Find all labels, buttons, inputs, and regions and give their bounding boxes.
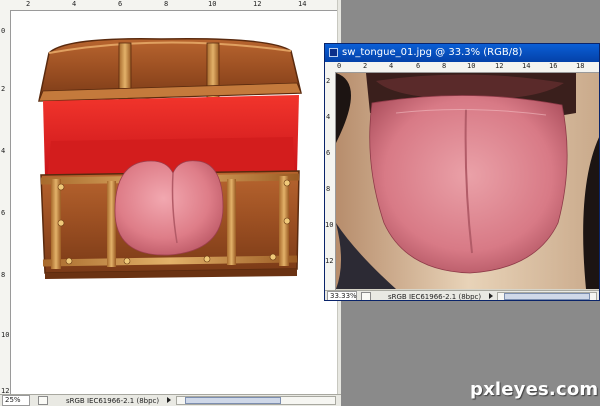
horizontal-ruler[interactable]: 0 2 4 6 8 10 12 14 16 18 — [325, 62, 599, 73]
tongue-document-window: sw_tongue_01.jpg @ 33.3% (RGB/8) 0 2 4 6… — [324, 43, 600, 301]
ruler-label: 6 — [326, 149, 331, 157]
color-profile-label: sRGB IEC61966-2.1 (8bpc) — [388, 293, 482, 301]
ruler-label: 14 — [522, 62, 531, 70]
site-watermark: pxleyes.com — [470, 379, 599, 400]
window-titlebar[interactable]: sw_tongue_01.jpg @ 33.3% (RGB/8) — [325, 44, 599, 62]
ruler-label: 10 — [467, 62, 476, 70]
document-canvas[interactable] — [336, 73, 599, 289]
ruler-label: 6 — [1, 209, 6, 217]
ruler-label: 8 — [1, 271, 6, 279]
main-status-bar: 25% sRGB IEC61966-2.1 (8bpc) — [0, 394, 341, 406]
ruler-label: 10 — [208, 0, 217, 8]
ruler-label: 4 — [72, 0, 77, 8]
ruler-label: 16 — [549, 62, 558, 70]
ruler-label: 8 — [164, 0, 169, 8]
ruler-label: 4 — [389, 62, 394, 70]
document-info-icon[interactable] — [38, 396, 48, 405]
ruler-label: 14 — [298, 0, 307, 8]
horizontal-scrollbar[interactable] — [497, 292, 597, 300]
photoshop-app-icon — [329, 48, 338, 57]
ruler-label: 2 — [26, 0, 31, 8]
ruler-label: 2 — [326, 77, 331, 85]
tongue-photo — [336, 73, 599, 289]
ruler-label: 4 — [326, 113, 331, 121]
tongue-status-bar: 33.33% sRGB IEC61966-2.1 (8bpc) — [325, 290, 599, 301]
ruler-label: 4 — [1, 147, 6, 155]
ruler-label: 2 — [1, 85, 6, 93]
ruler-label: 12 — [495, 62, 504, 70]
ruler-label: 18 — [576, 62, 585, 70]
ruler-label: 8 — [442, 62, 447, 70]
ruler-label: 10 — [1, 331, 10, 339]
chest-with-tongue-image — [38, 38, 302, 279]
scrollbar-thumb[interactable] — [185, 397, 281, 404]
ruler-label: 0 — [1, 27, 6, 35]
window-title: sw_tongue_01.jpg @ 33.3% (RGB/8) — [342, 47, 523, 58]
zoom-field[interactable]: 33.33% — [327, 291, 357, 300]
horizontal-ruler[interactable]: 2 4 6 8 10 12 14 — [0, 0, 341, 11]
ruler-label: 12 — [325, 257, 334, 265]
ruler-label: 10 — [325, 221, 334, 229]
ruler-label: 6 — [416, 62, 421, 70]
ruler-label: 8 — [326, 185, 331, 193]
document-canvas[interactable] — [11, 11, 337, 394]
vertical-ruler[interactable]: 2 4 6 8 10 12 — [325, 72, 336, 290]
scrollbar-thumb[interactable] — [504, 293, 590, 300]
ruler-label: 2 — [363, 62, 368, 70]
ruler-label: 6 — [118, 0, 123, 8]
status-menu-arrow-icon[interactable] — [167, 397, 171, 403]
zoom-field[interactable]: 25% — [2, 395, 30, 406]
ruler-label: 12 — [253, 0, 262, 8]
main-document-window: 2 4 6 8 10 12 14 0 2 4 6 8 10 12 25% sRG… — [0, 0, 341, 406]
color-profile-label: sRGB IEC61966-2.1 (8bpc) — [66, 397, 160, 405]
document-info-icon[interactable] — [361, 292, 371, 300]
status-menu-arrow-icon[interactable] — [489, 293, 493, 299]
ruler-label: 0 — [337, 62, 342, 70]
horizontal-scrollbar[interactable] — [176, 396, 336, 405]
vertical-ruler[interactable]: 0 2 4 6 8 10 12 — [0, 10, 11, 396]
